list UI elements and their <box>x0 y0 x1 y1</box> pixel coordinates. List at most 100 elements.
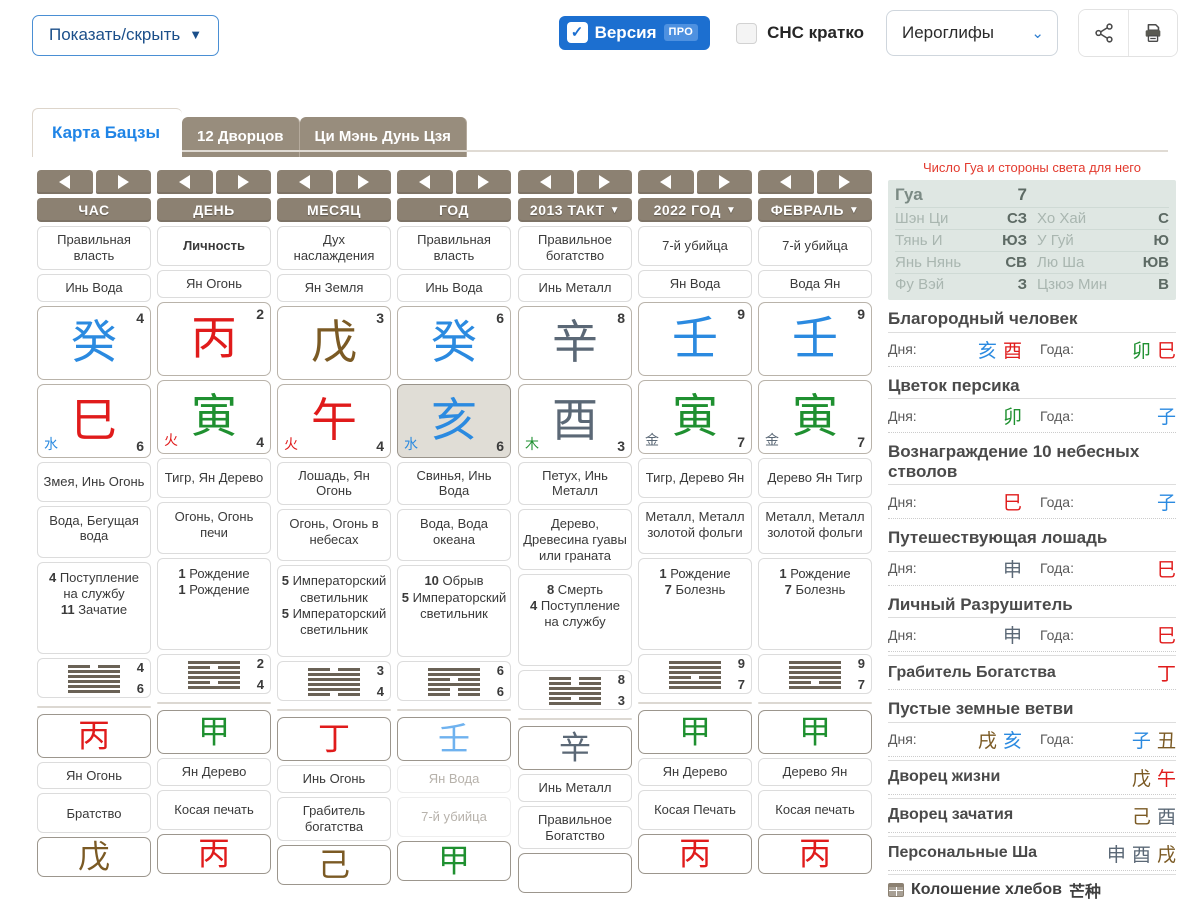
solar-term-glyph: 芒种 <box>1068 881 1101 900</box>
earthly-branch-cell[interactable]: 巳水6 <box>37 383 151 458</box>
earthly-branch-cell[interactable]: 寅金7 <box>638 379 752 454</box>
column-header[interactable]: ФЕВРАЛЬ ▼ <box>758 198 872 222</box>
hexagram-line <box>428 693 480 697</box>
column-header[interactable]: МЕСЯЦ <box>277 198 391 222</box>
column-header[interactable]: 2013 ТАКТ ▼ <box>518 198 632 222</box>
heavenly-stem-cell[interactable]: 壬9 <box>638 301 752 376</box>
hidden-stem-cell[interactable]: 丁 <box>277 717 391 762</box>
earthly-branch-cell[interactable]: 亥水6 <box>397 383 511 458</box>
column-header[interactable]: ДЕНЬ <box>157 198 271 222</box>
hexagram-line <box>428 683 480 687</box>
branch-strength-number: 4 <box>376 437 384 454</box>
hidden-stem-god: Грабитель богатства <box>277 797 391 841</box>
hidden-stem-cell[interactable]: 丙 <box>37 713 151 758</box>
stem-strength-number: 4 <box>136 309 144 326</box>
show-hide-button[interactable]: Показать/скрыть ▼ <box>32 14 220 56</box>
day-label: Дня: <box>888 407 917 424</box>
hidden-stem-cell-2[interactable]: 丙 <box>638 833 752 874</box>
next-button[interactable] <box>576 170 632 194</box>
column-header[interactable]: ЧАС <box>37 198 151 222</box>
icon-button-group <box>1078 9 1178 57</box>
hexagram-line <box>428 678 480 682</box>
column-header[interactable]: 2022 ГОД ▼ <box>638 198 752 222</box>
check-icon: ✓ <box>566 22 588 43</box>
ten-god-cell: Правильная власть <box>37 226 151 270</box>
column-header[interactable]: ГОД <box>397 198 511 222</box>
hidden-stem-cell[interactable]: 甲 <box>638 709 752 754</box>
branch-glyph: 卯 <box>1131 339 1151 362</box>
day-label: Дня: <box>888 341 917 358</box>
share-button[interactable] <box>1079 10 1128 56</box>
next-button[interactable] <box>215 170 271 194</box>
prev-button[interactable] <box>157 170 213 194</box>
hexagram-top-number: 8 <box>617 671 625 687</box>
hidden-stem-cell-2[interactable]: 戊 <box>37 837 151 878</box>
star-entry: 1 Рождение <box>659 565 731 581</box>
next-button[interactable] <box>455 170 511 194</box>
hexagram-luck-2: 97 <box>758 653 872 694</box>
earthly-branch-cell[interactable]: 午火4 <box>277 383 391 458</box>
hidden-stem-cell[interactable]: 甲 <box>157 709 271 754</box>
prev-button[interactable] <box>518 170 574 194</box>
sidebar-title: Число Гуа и стороны света для него <box>923 160 1141 175</box>
heavenly-stem-cell[interactable]: 壬9 <box>758 301 872 376</box>
toolbar-right-group: ✓ Версия ПРО СНС кратко Иероглифы ⌄ <box>558 9 1178 57</box>
snc-short-checkbox[interactable]: СНС кратко <box>736 22 864 44</box>
next-button[interactable] <box>816 170 872 194</box>
branch-glyph: 己 <box>1131 805 1151 828</box>
hidden-stem-cell[interactable]: 壬 <box>397 717 511 762</box>
print-button[interactable] <box>1128 10 1177 56</box>
next-button[interactable] <box>95 170 151 194</box>
next-button[interactable] <box>696 170 752 194</box>
heavenly-stem-cell[interactable]: 戊3 <box>277 305 391 380</box>
hidden-stem-cell[interactable]: 甲 <box>758 709 872 754</box>
hidden-stem-cell-2[interactable]: 己 <box>277 844 391 885</box>
napyin-cell: Огонь, Огонь печи <box>157 501 271 554</box>
sidebar-palace-row: Дворец зачатия 己 酉 <box>888 797 1176 833</box>
prev-button[interactable] <box>758 170 814 194</box>
heavenly-stem-cell[interactable]: 癸4 <box>37 305 151 380</box>
day-glyphs: 巳 <box>940 488 1040 515</box>
hidden-stem-god: Братство <box>37 793 151 834</box>
gua-direction-name: Тянь И <box>895 232 943 249</box>
hidden-stem-cell-2[interactable]: 丙 <box>157 833 271 874</box>
prev-button[interactable] <box>397 170 453 194</box>
luck-column-2: ФЕВРАЛЬ ▼ 7-й убийца Вода Ян 壬 9 寅金 7 Дерево Ян … <box>758 170 872 893</box>
prev-button[interactable] <box>277 170 333 194</box>
earthly-branch-cell[interactable]: 寅金7 <box>758 379 872 454</box>
prev-button[interactable] <box>638 170 694 194</box>
hexagram-lines <box>68 664 120 693</box>
prev-button[interactable] <box>37 170 93 194</box>
hidden-stem-cell-2[interactable] <box>518 853 632 894</box>
hexagram-bottom-number: 7 <box>737 676 745 692</box>
pro-version-toggle[interactable]: ✓ Версия ПРО <box>558 16 711 50</box>
heavenly-stem-cell[interactable]: 丙2 <box>157 301 271 376</box>
hidden-stem-cell[interactable]: 辛 <box>518 725 632 770</box>
hexagram-line <box>549 701 601 705</box>
hexagram-line <box>308 673 360 677</box>
next-button[interactable] <box>335 170 391 194</box>
heavenly-stem-glyph: 丙 <box>191 310 237 365</box>
arrow-right-icon <box>357 175 369 189</box>
tab-label: Карта Бацзы <box>52 123 161 142</box>
heavenly-stem-cell[interactable]: 辛8 <box>518 305 632 380</box>
hexagram-line <box>669 680 721 684</box>
natal-column-3: ГОД Правильная власть Инь Вода 癸 6 亥水 6 Свинья,… <box>397 170 511 885</box>
heavenly-stem-cell[interactable]: 癸6 <box>397 305 511 380</box>
earthly-branch-cell[interactable]: 酉木3 <box>518 383 632 458</box>
tab-0[interactable]: Карта Бацзы <box>32 108 183 157</box>
gua-table: Гуа 7 Шэн Ци СЗ Хо Хай С Тянь И ЮЗ У Гуй Ю Янь Нян… <box>888 180 1176 300</box>
earthly-branch-cell[interactable]: 寅火4 <box>157 379 271 454</box>
hexagram-line <box>789 680 841 684</box>
gua-direction-value: СЗ <box>1006 210 1027 227</box>
hidden-stem-cell-2[interactable]: 甲 <box>397 841 511 882</box>
day-glyphs: 亥 酉 <box>940 336 1040 363</box>
hidden-stem-glyph: 丙 <box>678 834 711 873</box>
row-glyphs: 丁 <box>1157 659 1176 686</box>
hexagram-bottom-number: 4 <box>256 676 264 692</box>
display-mode-select[interactable]: Иероглифы ⌄ <box>886 10 1058 56</box>
hidden-stem-cell-2[interactable]: 丙 <box>758 833 872 874</box>
section-divider <box>157 701 271 704</box>
year-label: Года: <box>1040 341 1074 358</box>
branch-element-glyph: 水 <box>404 436 418 453</box>
